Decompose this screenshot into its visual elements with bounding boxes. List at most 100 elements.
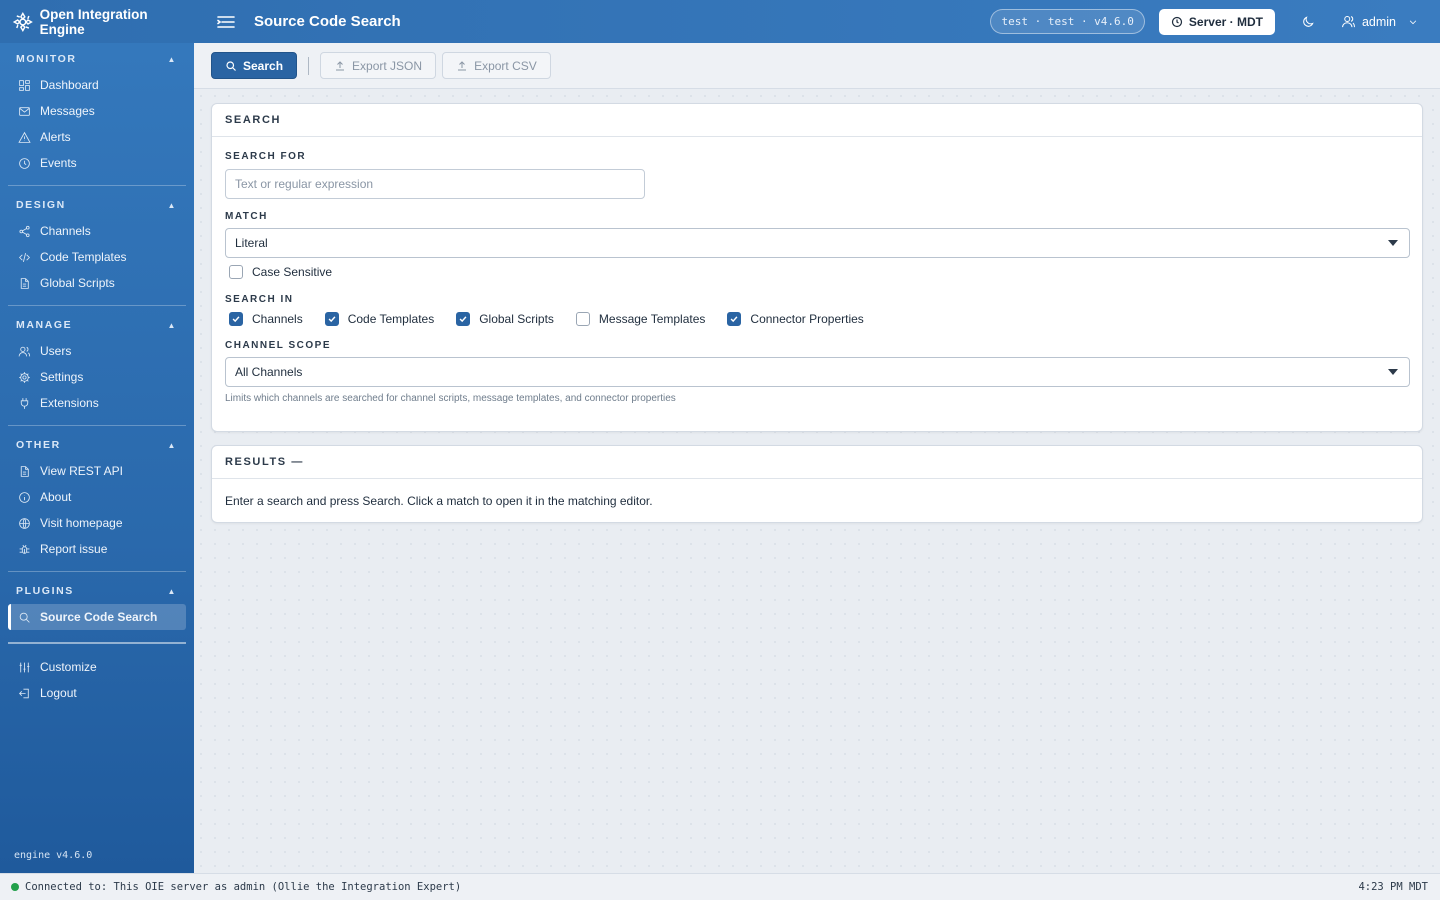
connector-properties-checkbox[interactable] (727, 312, 742, 326)
sidebar-item-extensions[interactable]: Extensions (8, 390, 186, 416)
status-bar: Connected to: This OIE server as admin (… (0, 873, 1440, 900)
sidebar: MONITOR ▲ Dashboard Messages Alerts Event… (0, 43, 194, 873)
collapse-arrow-icon: ▲ (167, 54, 177, 64)
sliders-icon (19, 662, 30, 672)
sidebar-item-messages[interactable]: Messages (8, 98, 186, 124)
search-in-code-templates[interactable]: Code Templates (324, 312, 434, 326)
sidebar-section-header[interactable]: OTHER ▲ (8, 432, 186, 458)
check-icon (232, 316, 240, 323)
results-empty-message: Enter a search and press Search. Click a… (225, 494, 653, 508)
sidebar-item-about[interactable]: About (8, 484, 186, 510)
message-templates-checkbox[interactable] (575, 312, 590, 326)
search-input[interactable] (225, 169, 645, 199)
sidebar-divider (8, 642, 186, 644)
upload-icon (336, 60, 345, 70)
code-templates-checkbox[interactable] (324, 312, 339, 326)
main-content: SEARCH SEARCH FOR MATCH Literal Case Sen… (194, 89, 1440, 873)
dashboard-icon (19, 79, 30, 91)
dark-mode-toggle-icon[interactable] (1301, 15, 1315, 29)
results-card-title: RESULTS — (212, 446, 1422, 479)
match-select[interactable]: Literal (225, 228, 1410, 258)
case-sensitive-checkbox[interactable] (229, 265, 243, 279)
sidebar-item-homepage[interactable]: Visit homepage (8, 510, 186, 536)
user-menu[interactable]: admin (1341, 14, 1418, 29)
toolbar: Search Export JSON Export CSV (194, 43, 1440, 89)
engine-version: engine v4.6.0 (14, 850, 93, 861)
sidebar-footer-nav: Customize Logout (0, 654, 194, 706)
alert-triangle-icon (18, 131, 31, 143)
logout-icon (19, 688, 29, 698)
sidebar-item-code-templates[interactable]: Code Templates (8, 244, 186, 270)
chevron-down-icon (1388, 369, 1398, 375)
search-in-label: SEARCH IN (225, 294, 294, 305)
globe-icon (19, 517, 30, 529)
sidebar-section-header[interactable]: MONITOR ▲ (8, 46, 186, 72)
check-icon (459, 316, 467, 323)
server-time-button[interactable]: Server · MDT (1158, 8, 1275, 35)
export-json-button[interactable]: Export JSON (320, 52, 437, 79)
sidebar-section-header[interactable]: PLUGINS ▲ (8, 578, 186, 604)
search-button[interactable]: Search (211, 52, 298, 79)
gear-icon (19, 371, 30, 383)
code-icon (19, 252, 30, 262)
sidebar-section-other: OTHER ▲ View REST API About Visit homepag… (0, 432, 194, 562)
sidebar-item-logout[interactable]: Logout (8, 680, 186, 706)
app-title: Open Integration Engine (39, 6, 148, 37)
status-clock: 4:23 PM MDT (1358, 881, 1428, 893)
search-in-message-templates[interactable]: Message Templates (575, 312, 705, 326)
sidebar-item-source-code-search[interactable]: Source Code Search (8, 604, 186, 630)
sidebar-item-customize[interactable]: Customize (8, 654, 186, 680)
channel-scope-select[interactable]: All Channels (225, 357, 1410, 387)
channel-scope-hint: Limits which channels are searched for c… (225, 393, 676, 404)
search-card: SEARCH SEARCH FOR MATCH Literal Case Sen… (211, 103, 1423, 432)
channel-scope-label: CHANNEL SCOPE (225, 340, 331, 351)
plug-icon (20, 397, 29, 409)
sidebar-section-design: DESIGN ▲ Channels Code Templates Global S… (0, 192, 194, 296)
menu-toggle-button[interactable] (216, 14, 236, 30)
users-icon (18, 346, 31, 356)
search-icon (226, 60, 236, 71)
info-icon (19, 491, 30, 503)
channels-checkbox[interactable] (229, 312, 243, 326)
user-icon (1342, 16, 1355, 28)
toolbar-divider (308, 56, 310, 75)
sidebar-section-monitor: MONITOR ▲ Dashboard Messages Alerts Event… (0, 46, 194, 176)
sidebar-section-manage: MANAGE ▲ Users Settings Extensions (0, 312, 194, 416)
sidebar-section-header[interactable]: DESIGN ▲ (8, 192, 186, 218)
clock-icon (1171, 16, 1183, 27)
top-bar: Open Integration Engine Source Code Sear… (0, 0, 1440, 43)
sidebar-item-report-issue[interactable]: Report issue (8, 536, 186, 562)
collapse-arrow-icon: ▲ (167, 320, 177, 330)
page-title: Source Code Search (254, 13, 401, 30)
search-in-channels[interactable]: Channels (229, 312, 303, 326)
global-scripts-checkbox[interactable] (456, 312, 471, 326)
search-for-label: SEARCH FOR (225, 151, 307, 162)
sidebar-section-header[interactable]: MANAGE ▲ (8, 312, 186, 338)
mail-icon (19, 106, 30, 116)
sidebar-item-rest-api[interactable]: View REST API (8, 458, 186, 484)
sidebar-item-settings[interactable]: Settings (8, 364, 186, 390)
sidebar-item-alerts[interactable]: Alerts (8, 124, 186, 150)
export-csv-button[interactable]: Export CSV (442, 52, 551, 79)
menu-icon (217, 15, 235, 28)
sidebar-item-channels[interactable]: Channels (8, 218, 186, 244)
search-in-connector-properties[interactable]: Connector Properties (727, 312, 864, 326)
user-name: admin (1361, 14, 1396, 29)
document-icon (20, 465, 29, 477)
sidebar-item-events[interactable]: Events (8, 150, 186, 176)
sidebar-item-global-scripts[interactable]: Global Scripts (8, 270, 186, 296)
search-in-global-scripts[interactable]: Global Scripts (456, 312, 554, 326)
results-card: RESULTS — Enter a search and press Searc… (211, 445, 1423, 523)
sidebar-divider (8, 425, 186, 426)
share-nodes-icon (19, 225, 30, 237)
brand[interactable]: Open Integration Engine (0, 7, 194, 37)
sidebar-item-dashboard[interactable]: Dashboard (8, 72, 186, 98)
collapse-arrow-icon: ▲ (167, 200, 177, 210)
sidebar-item-users[interactable]: Users (8, 338, 186, 364)
channel-scope-value: All Channels (235, 365, 303, 379)
search-card-title: SEARCH (212, 104, 1422, 137)
case-sensitive-option[interactable]: Case Sensitive (225, 265, 1409, 279)
check-icon (730, 316, 738, 323)
engine-logo-icon (12, 11, 33, 32)
chevron-down-icon (1388, 240, 1398, 246)
